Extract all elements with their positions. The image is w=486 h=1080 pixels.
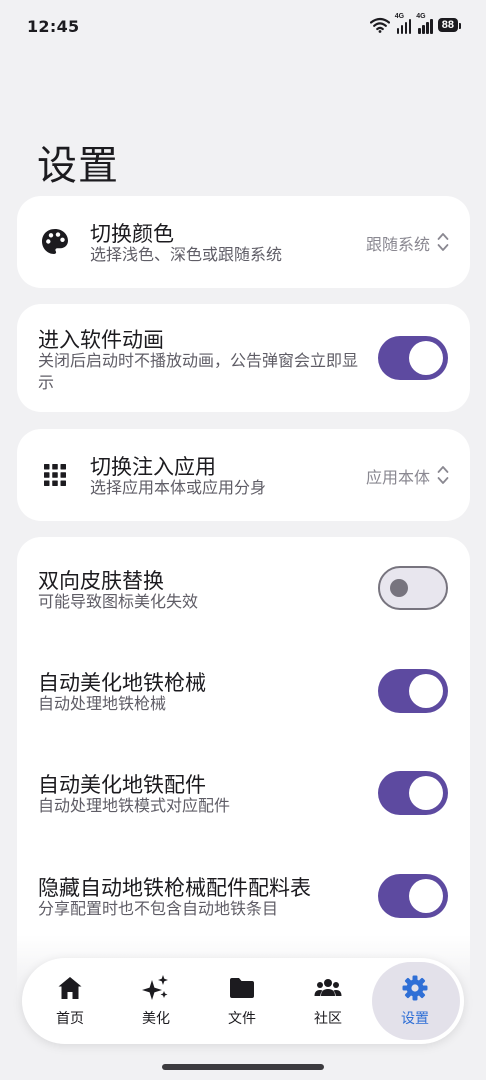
bottom-navigation: 首页 美化 文件 社区 设置 [22, 958, 464, 1044]
status-bar: 12:45 4G 4G 88 [0, 0, 486, 56]
nav-item-community[interactable]: 社区 [285, 958, 371, 1044]
network-type-1: 4G [394, 13, 405, 20]
nav-item-settings[interactable]: 设置 [372, 958, 460, 1044]
dual-skin-toggle[interactable] [378, 566, 448, 610]
inject-app-subtitle: 选择应用本体或应用分身 [90, 478, 267, 497]
home-indicator [162, 1064, 324, 1070]
hide-table-toggle[interactable] [378, 874, 448, 918]
inject-app-card[interactable]: 切换注入应用 选择应用本体或应用分身 应用本体 [17, 429, 470, 521]
dual-skin-subtitle: 可能导致图标美化失效 [38, 592, 199, 611]
nav-label-settings: 设置 [401, 1011, 429, 1027]
toggle-knob [409, 879, 443, 913]
nav-item-home[interactable]: 首页 [27, 958, 113, 1044]
auto-attachment-subtitle: 自动处理地铁模式对应配件 [38, 796, 231, 815]
auto-gun-subtitle: 自动处理地铁枪械 [38, 694, 167, 713]
toggle-knob [409, 341, 443, 375]
wifi-icon [369, 17, 390, 33]
intro-animation-subtitle: 关闭后启动时不播放动画，公告弹窗会立即显示 [38, 351, 359, 392]
page-title: 设置 [37, 143, 119, 189]
auto-gun-row: 自动美化地铁枪械 自动处理地铁枪械 [17, 640, 470, 743]
network-type-2: 4G [416, 13, 426, 20]
status-icons: 4G 4G 88 [369, 13, 462, 34]
nav-label-home: 首页 [56, 1011, 84, 1027]
status-time: 12:45 [27, 17, 80, 36]
nav-item-beautify[interactable]: 美化 [113, 958, 199, 1044]
grid-icon [44, 464, 66, 486]
battery-indicator: 88 [437, 18, 462, 32]
nav-label-files: 文件 [228, 1011, 256, 1027]
auto-attachment-row: 自动美化地铁配件 自动处理地铁模式对应配件 [17, 743, 470, 846]
chevron-updown-icon[interactable] [436, 464, 450, 486]
inject-app-value[interactable]: 应用本体 [366, 464, 430, 488]
nav-label-beautify: 美化 [142, 1011, 170, 1027]
home-icon [58, 977, 82, 999]
auto-attachment-toggle[interactable] [378, 771, 448, 815]
toggle-knob [390, 579, 408, 597]
cellular-signal-2-icon: 4G [416, 13, 433, 34]
chevron-updown-icon[interactable] [436, 231, 450, 253]
intro-animation-toggle[interactable] [378, 336, 448, 380]
cellular-signal-1-icon: 4G [394, 13, 412, 34]
dual-skin-row: 双向皮肤替换 可能导致图标美化失效 [17, 537, 470, 640]
settings-screen: 12:45 4G 4G 88 设置 切换颜色 选择浅色、深色或跟随系统 跟随系统… [0, 0, 486, 1080]
intro-animation-card: 进入软件动画 关闭后启动时不播放动画，公告弹窗会立即显示 [17, 304, 470, 412]
sparkle-icon [142, 975, 168, 1000]
nav-item-files[interactable]: 文件 [199, 958, 285, 1044]
theme-setting-card[interactable]: 切换颜色 选择浅色、深色或跟随系统 跟随系统 [17, 196, 470, 288]
palette-icon [42, 229, 68, 254]
toggle-knob [409, 776, 443, 810]
auto-gun-toggle[interactable] [378, 669, 448, 713]
nav-label-community: 社区 [314, 1011, 342, 1027]
gear-icon [402, 975, 428, 1001]
hide-table-subtitle: 分享配置时也不包含自动地铁条目 [38, 899, 279, 918]
hide-table-row: 隐藏自动地铁枪械配件配料表 分享配置时也不包含自动地铁条目 [17, 846, 470, 949]
folder-icon [230, 978, 254, 998]
toggle-knob [409, 674, 443, 708]
community-icon [314, 979, 342, 996]
theme-value[interactable]: 跟随系统 [366, 231, 430, 255]
theme-subtitle: 选择浅色、深色或跟随系统 [90, 245, 283, 264]
